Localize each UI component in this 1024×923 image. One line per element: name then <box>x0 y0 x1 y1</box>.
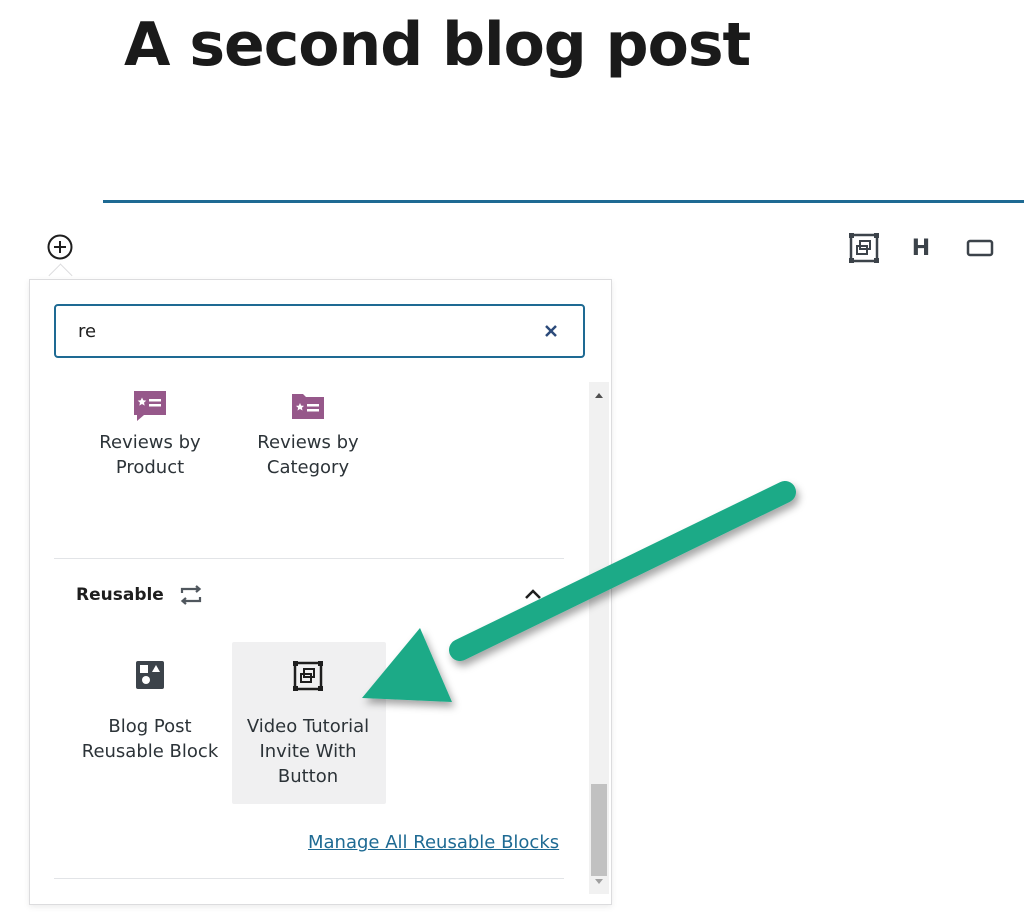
block-item-blog-post-reusable-block[interactable]: Blog Post Reusable Block <box>80 660 220 764</box>
block-item-reviews-by-product[interactable]: Reviews by Product <box>80 388 220 480</box>
chevron-up-icon <box>525 589 541 599</box>
post-title[interactable]: A second blog post <box>124 10 751 80</box>
block-item-label: Reviews by Category <box>257 432 359 478</box>
scrollbar[interactable] <box>589 382 609 894</box>
reusable-block-icon <box>136 661 164 689</box>
heading-block-button[interactable]: H <box>906 230 936 266</box>
triangle-down-icon <box>595 879 603 884</box>
search-box <box>54 304 585 358</box>
close-icon <box>545 325 557 337</box>
section-divider <box>54 558 564 559</box>
block-item-video-tutorial-invite-with-button[interactable]: Video Tutorial Invite With Button <box>238 660 378 789</box>
section-title: Reusable <box>76 585 164 605</box>
scroll-down-button[interactable] <box>589 872 609 894</box>
cover-block-button[interactable] <box>964 230 996 266</box>
block-item-label: Blog Post Reusable Block <box>81 716 219 762</box>
block-toolbar: H <box>840 230 1010 266</box>
section-divider <box>54 878 564 879</box>
review-product-icon <box>134 391 166 421</box>
cover-block-icon <box>966 239 994 257</box>
group-block-button[interactable] <box>846 230 882 266</box>
block-item-label: Reviews by Product <box>99 432 201 478</box>
clear-search-button[interactable] <box>541 321 561 341</box>
plus-circle-icon <box>47 234 73 260</box>
scroll-thumb[interactable] <box>591 784 607 876</box>
reusable-section-header: Reusable <box>76 580 204 610</box>
block-item-reviews-by-category[interactable]: Reviews by Category <box>238 388 378 480</box>
group-block-icon <box>849 233 879 263</box>
scroll-up-button[interactable] <box>589 382 609 410</box>
block-inserter-popover: Reviews by Product Reviews by Category R… <box>29 279 612 905</box>
inserter-toggle-button[interactable] <box>46 233 74 261</box>
block-search-input[interactable] <box>78 318 498 344</box>
title-underline <box>103 200 1024 203</box>
collapse-section-button[interactable] <box>522 584 544 606</box>
repeat-icon <box>180 585 202 605</box>
block-item-label: Video Tutorial Invite With Button <box>246 716 370 787</box>
triangle-up-icon <box>595 393 603 398</box>
review-category-icon <box>292 394 324 419</box>
manage-reusable-blocks-link[interactable]: Manage All Reusable Blocks <box>308 832 559 853</box>
group-block-icon <box>293 661 323 691</box>
